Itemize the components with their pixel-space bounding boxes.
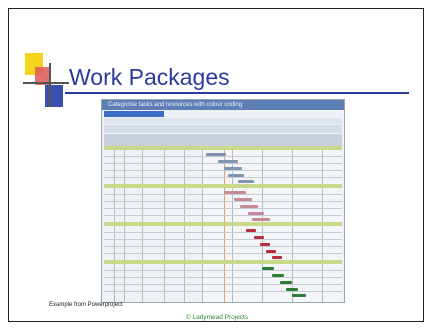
group-band [104,260,342,264]
table-row [104,177,342,178]
gantt-bar [224,191,246,194]
grid-header [104,134,342,146]
table-row [104,170,342,171]
gantt-bar [292,294,306,297]
copyright-footer: © Ladymead Projects [185,314,249,321]
gantt-bar [218,160,238,163]
gantt-bar [280,281,292,284]
gantt-bar [272,274,284,277]
table-row [104,156,342,157]
gantt-bar [246,229,256,232]
table-row [104,246,342,247]
powerproject-screenshot: Categorise tasks and resources with colo… [101,99,345,303]
gantt-bar [240,205,258,208]
gantt-bar [252,218,270,221]
gantt-bar [266,250,276,253]
gantt-bar [248,212,264,215]
title-underline [65,92,409,94]
table-row [104,284,342,285]
gantt-bar [206,153,226,156]
screenshot-header: Categorise tasks and resources with colo… [102,100,344,110]
table-row [104,232,342,233]
logo-horizontal-line [23,82,69,84]
group-band [104,184,342,188]
window-title-bar [104,111,164,117]
table-row [104,253,342,254]
table-row [104,208,342,209]
screenshot-caption: Example from Powerproject [49,302,123,308]
gantt-bar [272,256,282,259]
slide-title: Work Packages [69,64,230,90]
gantt-bar [234,198,252,201]
gantt-bar [286,288,298,291]
table-row [104,215,342,216]
logo-blue-square [45,85,63,107]
gantt-bar [254,236,264,239]
table-row [104,291,342,292]
gantt-bar [260,243,270,246]
table-row [104,163,342,164]
table-row [104,270,342,271]
group-band [104,146,342,150]
gantt-bar [238,180,254,183]
table-row [104,194,342,195]
table-row [104,277,342,278]
gantt-bar [262,267,274,270]
table-row [104,239,342,240]
slide: Work Packages Categorise tasks and resou… [8,8,424,322]
gantt-bar [224,167,242,170]
table-row [104,201,342,202]
gantt-bar [228,174,244,177]
logo-vertical-line [49,63,51,107]
menu-strip [104,118,342,124]
group-band [104,222,342,226]
toolbar-strip [104,125,342,133]
